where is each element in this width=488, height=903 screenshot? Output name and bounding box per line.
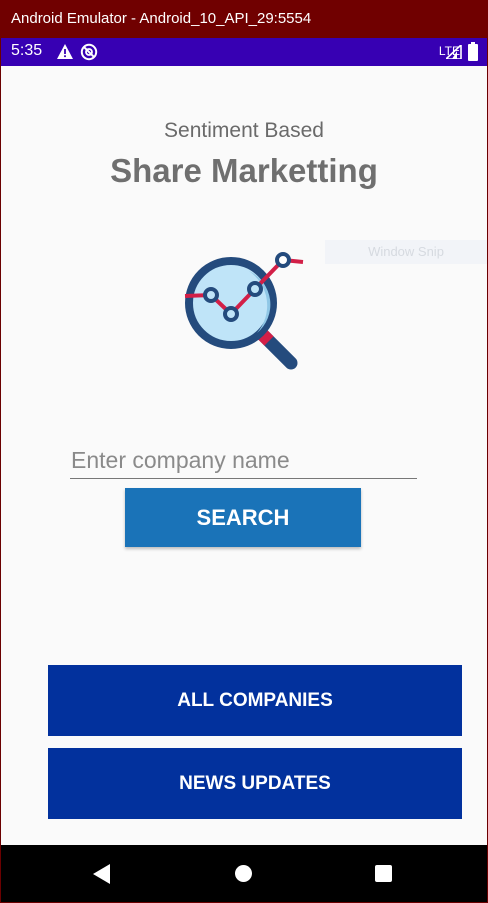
news-updates-button[interactable]: NEWS UPDATES (48, 748, 462, 819)
status-time: 5:35 (11, 42, 43, 59)
no-data-icon (80, 43, 98, 61)
signal-icon (446, 45, 462, 59)
recents-icon[interactable] (375, 865, 392, 882)
warning-icon (57, 44, 73, 59)
app-content: Sentiment Based Share Marketting Window … (1, 66, 487, 845)
app-title: Share Marketting (110, 152, 378, 189)
emulator-title: Android Emulator - Android_10_API_29:555… (11, 10, 312, 27)
magnifier-chart-icon (184, 252, 304, 370)
battery-icon (468, 42, 478, 61)
all-companies-button[interactable]: ALL COMPANIES (48, 665, 462, 736)
device-screen: 5:35 LTE Sentiment Based Share Markettin… (1, 38, 487, 902)
app-subtitle: Sentiment Based (164, 119, 324, 142)
window-snip-overlay: Window Snip (325, 240, 487, 264)
search-button[interactable]: SEARCH (125, 488, 361, 547)
emulator-title-bar: Android Emulator - Android_10_API_29:555… (0, 0, 488, 38)
home-icon[interactable] (235, 865, 252, 882)
navigation-bar (1, 845, 487, 902)
company-name-input[interactable] (70, 443, 417, 479)
back-icon[interactable] (93, 864, 110, 884)
status-bar: 5:35 LTE (1, 38, 487, 66)
